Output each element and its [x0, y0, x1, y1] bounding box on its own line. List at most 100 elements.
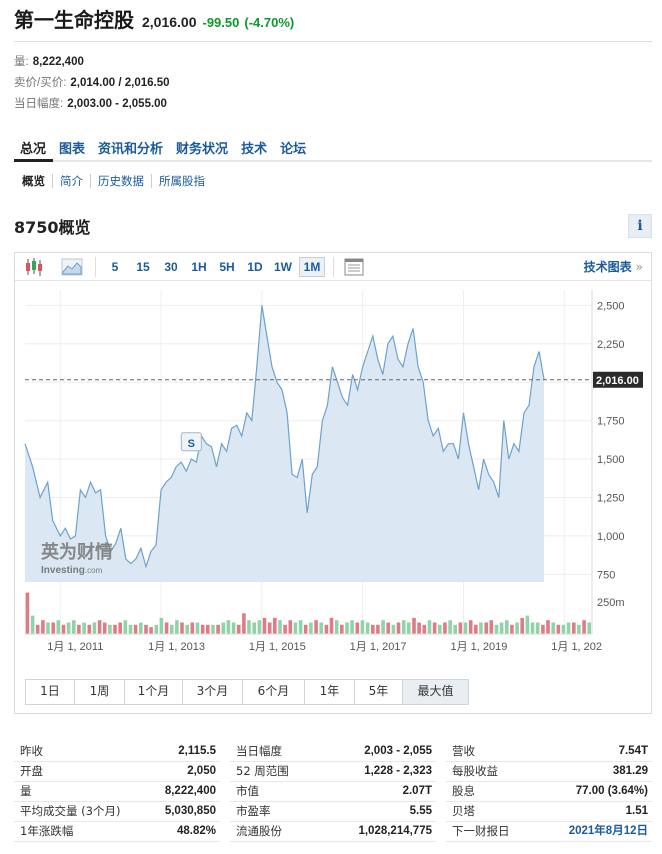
y-tick-label: 1,500 — [597, 454, 625, 466]
volume-bar — [87, 624, 92, 634]
area-chart-icon[interactable] — [61, 256, 83, 278]
technical-chart-link[interactable]: 技术图表» — [584, 257, 643, 277]
volume-bar — [190, 622, 195, 634]
y-tick-label: 1,000 — [597, 531, 625, 543]
y-tick-label: 750 — [597, 569, 615, 581]
tab-news-analysis[interactable]: 资讯和分析 — [92, 134, 170, 160]
interval-5[interactable]: 5 — [107, 257, 123, 277]
volume-bar — [252, 622, 256, 634]
interval-1m[interactable]: 1M — [299, 257, 325, 277]
info-icon[interactable]: i — [628, 214, 652, 238]
volume-bar — [278, 620, 282, 634]
volume-bar — [30, 615, 35, 634]
volume-bar — [551, 622, 555, 634]
table-icon[interactable] — [343, 256, 365, 278]
volume-bar — [432, 622, 437, 634]
tab-financials[interactable]: 财务状况 — [170, 134, 235, 160]
range-1w[interactable]: 1周 — [74, 680, 124, 704]
interval-30[interactable]: 30 — [160, 257, 182, 277]
tab-charts[interactable]: 图表 — [53, 134, 92, 160]
tab-technical[interactable]: 技术 — [235, 134, 274, 160]
y-tick-label: 2,250 — [597, 339, 625, 351]
range-5y[interactable]: 5年 — [354, 680, 402, 704]
y-tick-label: 1,750 — [597, 416, 625, 428]
volume-bar — [489, 620, 494, 634]
subtab-components[interactable]: 所属股指 — [151, 174, 212, 188]
volume-bar — [46, 622, 50, 634]
range-3m[interactable]: 3个月 — [182, 680, 242, 704]
volume-bar — [505, 620, 509, 634]
split-marker-label: S — [188, 438, 195, 450]
volume-bar — [412, 617, 416, 634]
subtab-profile[interactable]: 简介 — [52, 174, 90, 188]
volume-tick-label: 250m — [597, 597, 625, 609]
last-price-tag: 2,016.00 — [593, 371, 643, 388]
x-axis: 1月 1, 2011 1月 1, 2013 1月 1, 2015 1月 1, 2017… — [25, 633, 602, 653]
interval-15[interactable]: 15 — [132, 257, 154, 277]
volume-bar — [345, 622, 349, 634]
volume-bar — [566, 622, 571, 634]
stat-52w-range: 52 周范围 1,228 - 2,323 — [230, 762, 436, 782]
stat-beta: 贝塔 1.51 — [446, 802, 652, 822]
volume-bar — [572, 622, 576, 634]
investing-watermark: 英为财情 Investing.com — [40, 541, 113, 576]
range-6m[interactable]: 6个月 — [242, 680, 304, 704]
volume-bar — [92, 622, 97, 634]
volume-bar — [386, 622, 390, 634]
watermark-en: Investing.com — [41, 565, 103, 576]
stat-1y-change: 1年涨跌幅 48.82% — [14, 822, 220, 842]
volume-bar — [360, 620, 365, 634]
range-1d[interactable]: 1日 — [26, 680, 74, 704]
volume-bar — [61, 624, 66, 634]
stat-next-earnings[interactable]: 下一财报日 2021年8月12日 — [446, 822, 652, 842]
volume-bar — [453, 624, 457, 634]
stat-revenue: 营收 7.54T — [446, 742, 652, 762]
tab-forum[interactable]: 论坛 — [274, 134, 313, 160]
volume-bar — [25, 592, 30, 634]
subtab-overview[interactable]: 概览 — [14, 174, 52, 188]
volume-bar — [494, 624, 499, 634]
tab-overview[interactable]: 总况 — [14, 134, 54, 162]
volume-bar — [200, 624, 205, 634]
volume-bar — [582, 620, 586, 634]
volume-bar — [175, 620, 179, 634]
volume-bar — [169, 624, 174, 634]
volume-bar — [468, 620, 473, 634]
stat-market-cap: 市值 2.07T — [230, 782, 436, 802]
volume-bar — [108, 624, 112, 634]
interval-1h[interactable]: 1H — [188, 257, 210, 277]
volume-bar — [530, 622, 535, 634]
header-divider — [14, 41, 652, 42]
stats-column-2: 当日幅度 2,003 - 2,055 52 周范围 1,228 - 2,323 市值… — [230, 742, 436, 842]
range-max[interactable]: 最大值 — [402, 680, 468, 704]
volume-bar — [216, 624, 220, 634]
volume-bar — [314, 620, 318, 634]
candlestick-icon[interactable] — [23, 256, 45, 278]
volume-bar — [407, 622, 411, 634]
day-range-line: 当日幅度: 2,003.00 - 2,055.00 — [14, 98, 167, 110]
price-chart[interactable]: 2,5002,2502,0001,7501,5001,2501,00075025… — [15, 282, 651, 674]
stat-day-range: 当日幅度 2,003 - 2,055 — [230, 742, 436, 762]
range-1m[interactable]: 1个月 — [124, 680, 182, 704]
volume-bar — [128, 624, 133, 634]
volume-bar — [396, 622, 401, 634]
interval-5h[interactable]: 5H — [215, 257, 239, 277]
subtab-historical-data[interactable]: 历史数据 — [90, 174, 151, 188]
range-1y[interactable]: 1年 — [304, 680, 354, 704]
main-tab-bar: 总况 图表 资讯和分析 财务状况 技术 论坛 — [14, 134, 652, 162]
interval-1d[interactable]: 1D — [244, 257, 266, 277]
price-change: -99.50 — [202, 15, 240, 30]
stats-column-1: 昨收 2,115.5 开盘 2,050 量 8,222,400 平均成交量 (3个月)… — [14, 742, 220, 842]
interval-1w[interactable]: 1W — [271, 257, 295, 277]
chevron-right-icon: » — [635, 260, 643, 274]
last-price-label: 2,016.00 — [596, 375, 639, 387]
volume-bar — [525, 615, 530, 634]
stats-column-3: 营收 7.54T 每股收益 381.29 股息 77.00 (3.64%) 贝塔 1.5… — [446, 742, 652, 842]
volume-bar — [56, 620, 61, 634]
volume-bar — [577, 624, 581, 634]
volume-bar — [474, 624, 478, 634]
range-selector: 1日 1周 1个月 3个月 6个月 1年 5年 最大值 — [25, 679, 469, 705]
volume-bar — [35, 624, 40, 634]
volume-bar — [334, 620, 339, 634]
chart-toolbar: 5 15 30 1H 5H 1D 1W 1M 技术图表» — [15, 253, 651, 281]
